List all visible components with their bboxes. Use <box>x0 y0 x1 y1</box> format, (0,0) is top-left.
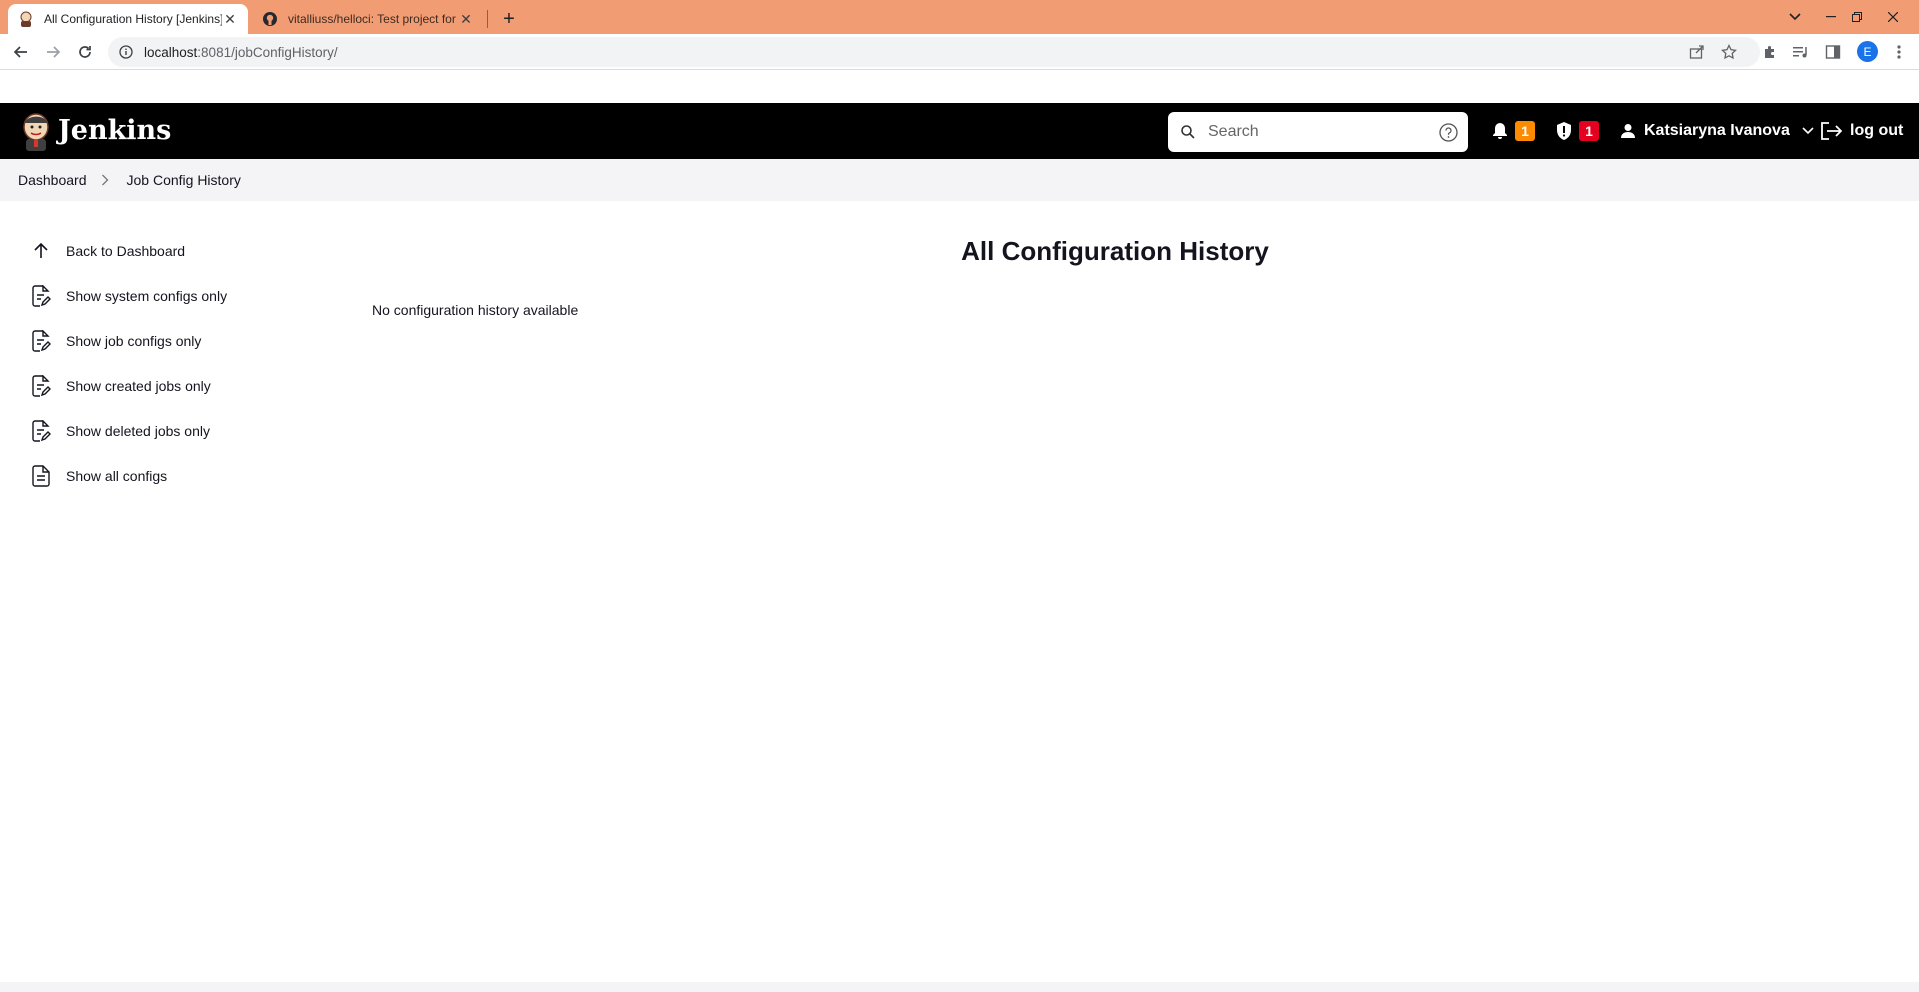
sidebar-item-label: Show system configs only <box>66 287 228 304</box>
github-favicon-icon <box>262 11 278 27</box>
sidebar-item-system-configs[interactable]: Show system configs only <box>30 273 310 318</box>
new-tab-button[interactable]: + <box>496 6 522 32</box>
close-tab-icon[interactable]: ✕ <box>222 11 238 27</box>
document-icon <box>30 464 52 487</box>
breadcrumb-item-job-config-history[interactable]: Job Config History <box>127 172 241 188</box>
tab-title: All Configuration History [Jenkins] <box>44 12 222 26</box>
search-box <box>1168 112 1468 152</box>
security-badge[interactable]: 1 <box>1579 121 1599 141</box>
tab-divider <box>487 10 488 28</box>
page-title-text: All Configuration History <box>961 236 1269 266</box>
logout-icon <box>1820 121 1842 141</box>
document-edit-icon <box>30 284 52 307</box>
side-panel-icon[interactable] <box>1823 42 1843 62</box>
sidebar-item-all-configs[interactable]: Show all configs <box>30 453 310 498</box>
sidebar-item-label: Show deleted jobs only <box>66 422 210 439</box>
tab-github-helloci[interactable]: vitalliuss/helloci: Test project for ✕ <box>252 4 484 34</box>
search-icon <box>1180 124 1196 140</box>
close-window-button[interactable] <box>1876 0 1910 34</box>
site-info-icon[interactable] <box>118 44 134 60</box>
chevron-down-icon[interactable] <box>1800 123 1816 139</box>
sidebar-item-created-jobs[interactable]: Show created jobs only <box>30 363 310 408</box>
page-footer <box>0 982 1919 992</box>
search-input[interactable] <box>1208 120 1428 144</box>
profile-avatar[interactable]: E <box>1857 41 1878 62</box>
browser-tab-bar: All Configuration History [Jenkins] ✕ vi… <box>0 0 1919 34</box>
reload-button[interactable] <box>71 38 99 66</box>
tab-search-chevron-icon[interactable] <box>1778 0 1812 34</box>
document-edit-icon <box>30 374 52 397</box>
user-menu[interactable]: Katsiaryna Ivanova <box>1618 121 1816 141</box>
logout-label: log out <box>1850 122 1904 139</box>
sidebar-item-label: Show all configs <box>66 467 168 484</box>
help-icon[interactable] <box>1439 123 1458 142</box>
empty-state-message: No configuration history available <box>372 302 579 318</box>
url-host: localhost <box>144 44 198 60</box>
tab-all-configuration-history[interactable]: All Configuration History [Jenkins] ✕ <box>8 4 248 34</box>
browser-menu-icon[interactable] <box>1889 42 1909 62</box>
document-edit-icon <box>30 329 52 352</box>
user-name: Katsiaryna Ivanova <box>1644 122 1790 139</box>
sidebar-item-label: Show job configs only <box>66 332 202 349</box>
logout-link[interactable]: log out <box>1820 121 1903 141</box>
url-path: :8081/jobConfigHistory/ <box>197 44 338 60</box>
close-tab-icon[interactable]: ✕ <box>458 11 474 27</box>
tab-title: vitalliuss/helloci: Test project for <box>288 12 456 26</box>
page-title: All Configuration History <box>0 236 1919 267</box>
forward-button[interactable] <box>39 38 67 66</box>
sidebar-item-job-configs[interactable]: Show job configs only <box>30 318 310 363</box>
user-icon <box>1618 121 1638 141</box>
jenkins-logo-icon[interactable] <box>18 111 54 151</box>
notifications-bell-icon[interactable] <box>1490 121 1510 141</box>
chevron-right-icon[interactable] <box>101 174 109 186</box>
document-edit-icon <box>30 419 52 442</box>
restore-button[interactable] <box>1840 0 1874 34</box>
breadcrumb: Dashboard Job Config History <box>0 159 1919 201</box>
jenkins-header: Jenkins 1 1 Katsiaryna Ivanova log out <box>0 103 1919 159</box>
sidebar-item-deleted-jobs[interactable]: Show deleted jobs only <box>30 408 310 453</box>
browser-toolbar: localhost:8081/jobConfigHistory/ <box>0 34 1919 70</box>
sidebar-item-label: Show created jobs only <box>66 377 211 394</box>
jenkins-favicon-icon <box>18 11 34 27</box>
jenkins-title[interactable]: Jenkins <box>58 115 171 146</box>
breadcrumb-item-dashboard[interactable]: Dashboard <box>18 172 87 188</box>
back-button[interactable] <box>7 38 35 66</box>
side-panel: Back to Dashboard Show system configs on… <box>30 228 310 498</box>
extensions-puzzle-icon[interactable] <box>1760 42 1780 62</box>
notifications-badge[interactable]: 1 <box>1515 121 1535 141</box>
address-bar[interactable]: localhost:8081/jobConfigHistory/ <box>108 37 1760 67</box>
bookmark-star-icon[interactable] <box>1720 43 1738 61</box>
security-shield-icon[interactable] <box>1554 121 1574 141</box>
media-control-icon[interactable] <box>1791 42 1811 62</box>
share-icon[interactable] <box>1688 43 1706 61</box>
